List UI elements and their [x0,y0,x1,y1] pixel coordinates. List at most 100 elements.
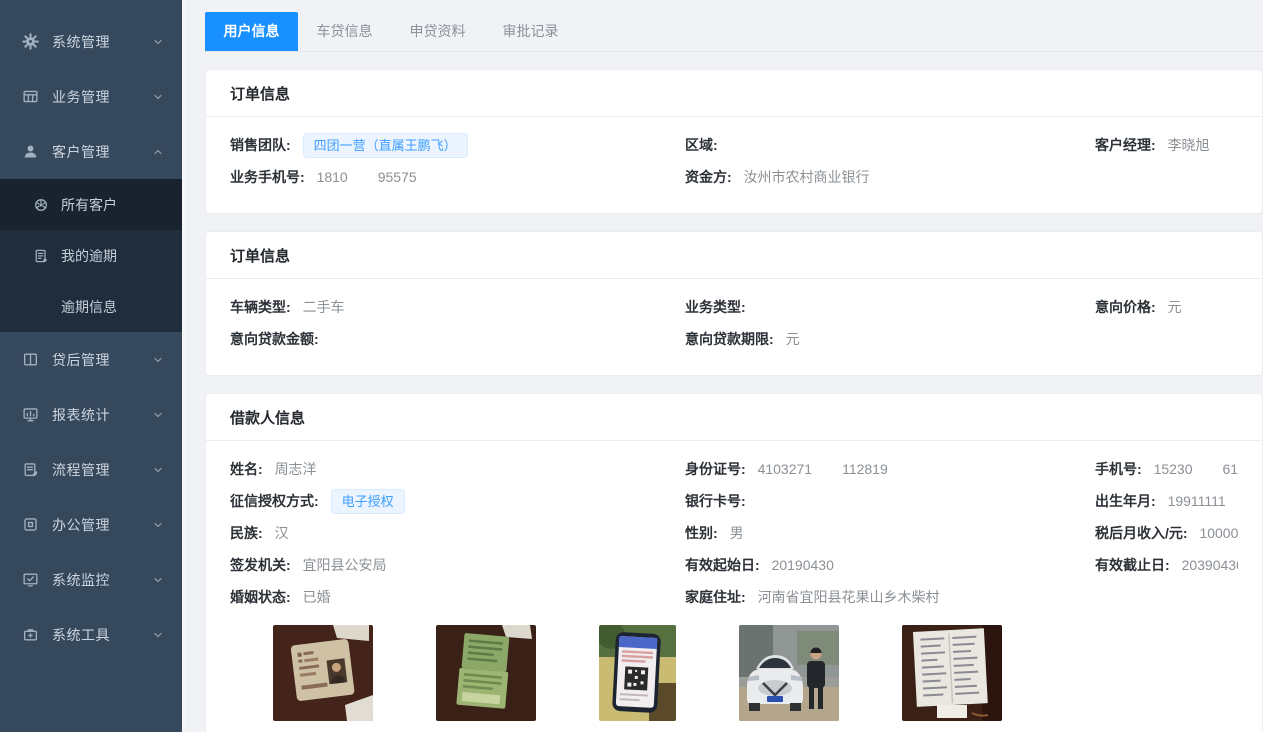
sidebar-item-business-management[interactable]: 业务管理 [0,69,182,124]
tab-user-info[interactable]: 用户信息 [205,12,298,51]
field-label: 签发机关: [230,557,291,573]
monitor-check-icon [22,571,39,588]
square-in-square-icon [22,516,39,533]
field-issuing-authority: 签发机关: 宜阳县公安局 [230,555,685,575]
chevron-down-icon [152,519,164,531]
book-icon [22,351,39,368]
chevron-down-icon [152,464,164,476]
sidebar-item-system-management[interactable]: 系统管理 [0,14,182,69]
chevron-down-icon [152,354,164,366]
field-sales-team: 销售团队: 四团一营（直属王鹏飞） [230,133,685,158]
field-ethnicity: 民族: 汉 [230,523,685,543]
tab-approval-records[interactable]: 审批记录 [484,12,577,51]
main-content: 用户信息 车贷信息 申贷资料 审批记录 订单信息 销售团队: 四团一营（直属王鹏… [185,0,1263,732]
customer-management-submenu: 所有客户 我的逾期 逾期信息 [0,179,182,332]
redaction-mask [348,172,378,185]
value-suffix: 95575 [378,169,417,185]
redaction-mask [812,464,842,477]
document-icon [33,248,49,264]
value-prefix: 1810 [317,169,348,185]
photo-id-card[interactable]: 身份证 [273,625,373,732]
field-birth-date: 出生年月: 19911111 [1095,491,1238,511]
photo-document[interactable]: 补充材料 [902,625,1002,732]
vehicle-license-image [436,625,536,721]
field-label: 身份证号: [685,461,746,477]
sidebar-item-system-tools[interactable]: 系统工具 [0,607,182,662]
chevron-up-icon [152,146,164,158]
sales-team-tag[interactable]: 四团一营（直属王鹏飞） [303,133,468,158]
gear-icon [22,33,39,50]
field-label: 出生年月: [1095,493,1156,509]
field-vehicle-type: 车辆类型: 二手车 [230,297,685,317]
field-label: 税后月收入/元: [1095,525,1188,541]
field-value: 152306137 [1154,461,1238,477]
sidebar-item-office-management[interactable]: 办公管理 [0,497,182,552]
clipboard-pen-icon [22,461,39,478]
field-label: 业务手机号: [230,169,305,185]
field-value: 元 [1168,299,1182,315]
field-value: 周志洋 [275,461,317,477]
user-icon [22,143,39,160]
field-label: 婚姻状态: [230,589,291,605]
sidebar-item-system-monitor[interactable]: 系统监控 [0,552,182,607]
chevron-down-icon [152,36,164,48]
value-suffix: 6137 [1223,461,1239,477]
card-title: 订单信息 [206,232,1262,279]
field-credit-auth-method: 征信授权方式: 电子授权 [230,489,685,514]
field-label: 手机号: [1095,461,1142,477]
toolbox-icon [22,626,39,643]
field-region: 区域: [685,135,1095,155]
field-valid-from: 有效起始日: 20190430 [685,555,1095,575]
order-info-card: 订单信息 销售团队: 四团一营（直属王鹏飞） 区域: 客户经理: 李晓旭 业务手… [205,69,1263,214]
sidebar-subitem-all-customers[interactable]: 所有客户 [0,179,182,230]
sidebar-item-report-statistics[interactable]: 报表统计 [0,387,182,442]
redaction-mask [1193,464,1223,477]
field-label: 车辆类型: [230,299,291,315]
field-label: 家庭住址: [685,589,746,605]
field-value: 二手车 [303,299,345,315]
value-suffix: 112819 [842,461,888,477]
wheel-icon [33,197,49,213]
photo-vehicle-license[interactable]: 驾驶证正副页 [436,625,536,732]
field-label: 区域: [685,137,718,153]
field-id-number: 身份证号: 4103271112819 [685,459,1095,479]
sidebar-item-label: 报表统计 [52,405,152,425]
sidebar-item-label: 系统工具 [52,625,152,645]
field-home-address: 家庭住址: 河南省宜阳县花果山乡木柴村 [685,587,1095,607]
field-account-manager: 客户经理: 李晓旭 [1095,135,1238,155]
borrower-photos: 身份证 驾驶证正副页 [273,625,1238,732]
card-title: 订单信息 [206,70,1262,117]
sidebar-subitem-overdue-info[interactable]: 逾期信息 [0,281,182,332]
tab-car-loan-info[interactable]: 车贷信息 [298,12,391,51]
field-label: 姓名: [230,461,263,477]
field-value: 20390430 [1182,557,1238,573]
field-label: 有效起始日: [685,557,760,573]
field-label: 民族: [230,525,263,541]
credit-auth-tag[interactable]: 电子授权 [331,489,405,514]
sidebar-item-customer-management[interactable]: 客户管理 [0,124,182,179]
field-label: 征信授权方式: [230,493,319,509]
field-label: 意向贷款金额: [230,331,319,347]
chevron-down-icon [152,574,164,586]
borrower-info-card: 借款人信息 姓名: 周志洋 身份证号: 4103271112819 手机号: 1… [205,393,1263,732]
field-monthly-income: 税后月收入/元: 10000 [1095,523,1238,543]
sidebar-item-label: 系统管理 [52,32,152,52]
photo-credit-auth-qr[interactable]: 征信授权书 [599,625,676,732]
sidebar-item-process-management[interactable]: 流程管理 [0,442,182,497]
field-gender: 性别: 男 [685,523,1095,543]
photo-person-with-car[interactable]: 人车照 [739,625,839,732]
tab-loan-application-docs[interactable]: 申贷资料 [391,12,484,51]
field-funder: 资金方: 汝州市农村商业银行 [685,167,1095,187]
chevron-down-icon [152,629,164,641]
field-label: 有效截止日: [1095,557,1170,573]
loan-intent-card: 订单信息 车辆类型: 二手车 业务类型: 意向价格: 元 意向贷款金额: [205,231,1263,376]
field-value: 男 [730,525,744,541]
sidebar-item-label: 系统监控 [52,570,152,590]
handwritten-document-image [902,625,1002,721]
field-value: 已婚 [303,589,331,605]
field-label: 销售团队: [230,137,291,153]
field-value: 4103271112819 [758,461,888,477]
sidebar-item-postloan-management[interactable]: 贷后管理 [0,332,182,387]
field-name: 姓名: 周志洋 [230,459,685,479]
sidebar-subitem-my-overdue[interactable]: 我的逾期 [0,230,182,281]
